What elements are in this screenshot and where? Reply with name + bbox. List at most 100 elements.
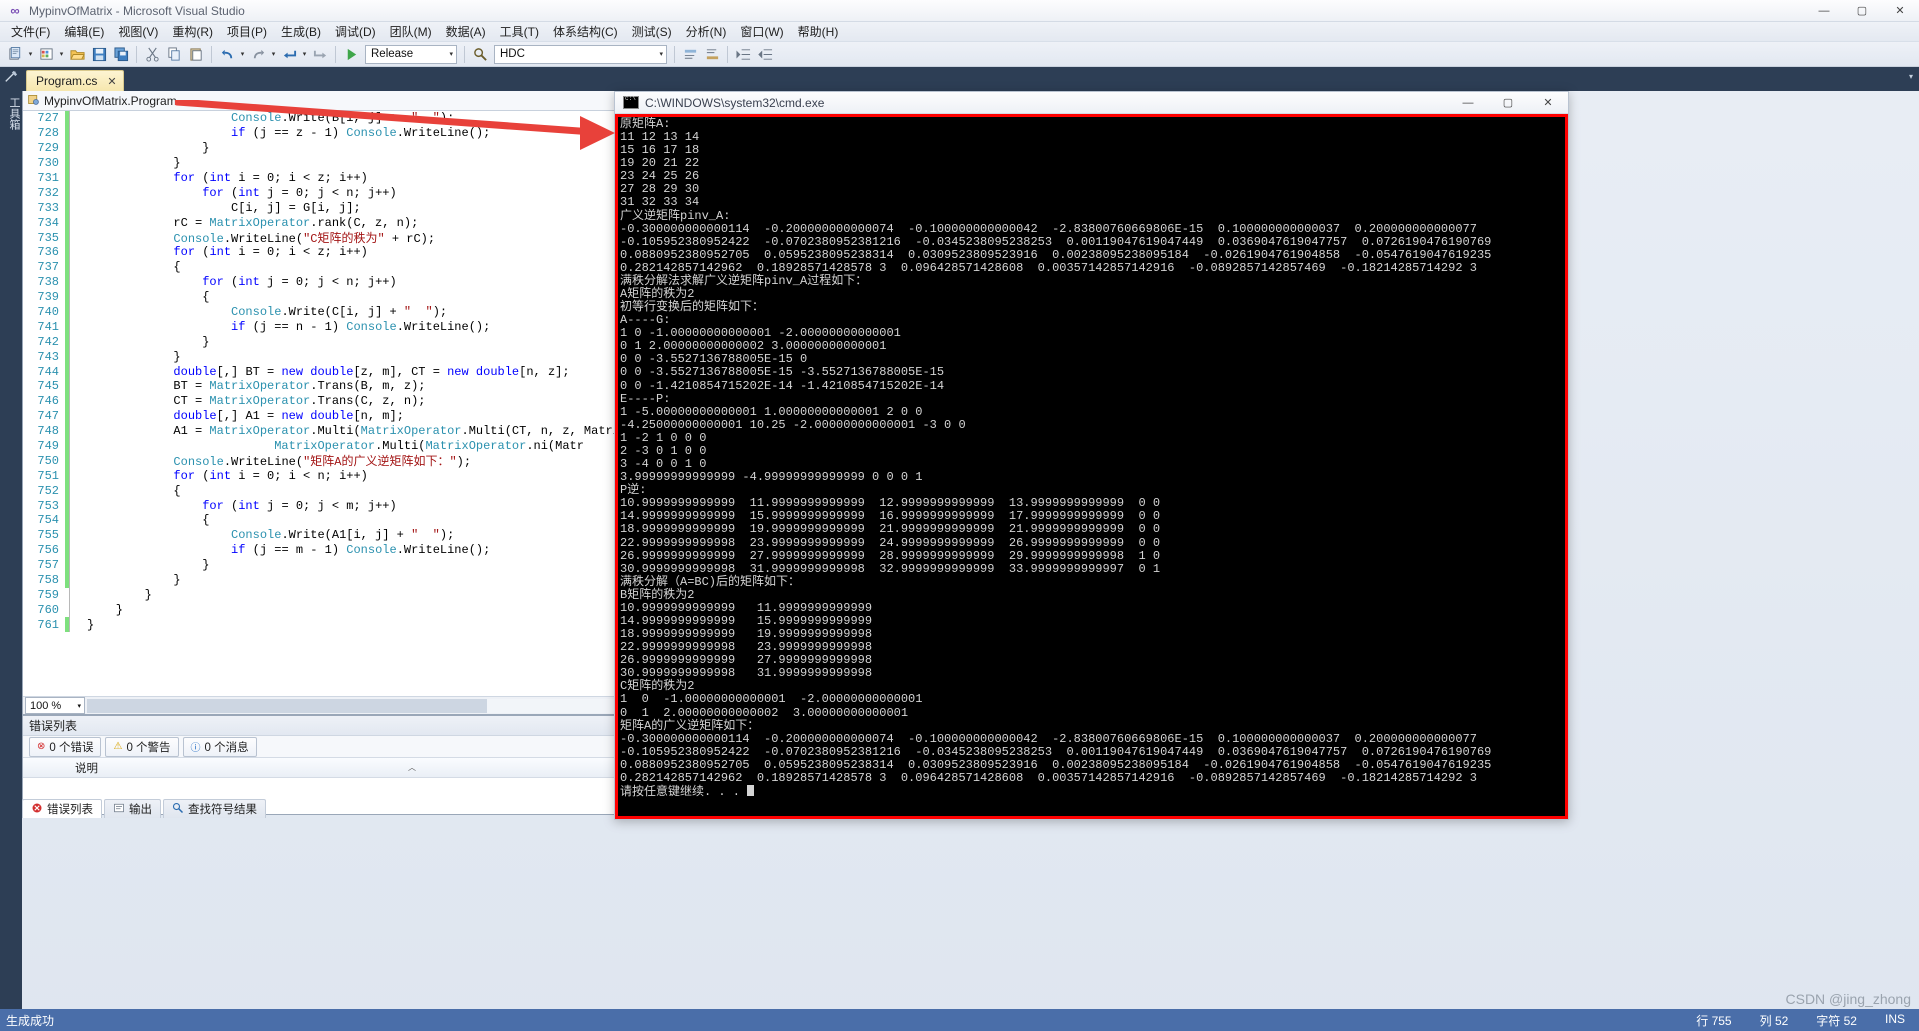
hscroll-thumb[interactable] [87, 698, 487, 713]
console-output[interactable]: 原矩阵A: 11 12 13 14 15 16 17 18 19 20 21 22 23… [615, 114, 1568, 819]
menu-test[interactable]: 测试(S) [625, 21, 679, 42]
new-project-icon[interactable] [5, 44, 25, 64]
navigate-back-caret-icon[interactable]: ▾ [300, 44, 309, 64]
save-icon[interactable] [89, 44, 109, 64]
zoom-select[interactable]: 100 % ▾ [25, 697, 85, 714]
outline-gutter[interactable] [69, 408, 83, 424]
undo-caret-icon[interactable]: ▾ [238, 44, 247, 64]
tab-program-cs[interactable]: Program.cs ✕ [26, 70, 124, 91]
warning-count-chip[interactable]: ⚠ 0 个警告 [105, 736, 179, 757]
console-close-button[interactable]: ✕ [1528, 92, 1568, 114]
redo-caret-icon[interactable]: ▾ [269, 44, 278, 64]
outline-gutter[interactable] [69, 393, 83, 409]
outline-gutter[interactable] [69, 170, 83, 186]
outline-gutter[interactable] [69, 557, 83, 573]
chevron-down-icon[interactable]: ▾ [1909, 72, 1913, 81]
save-all-icon[interactable] [111, 44, 131, 64]
menu-window[interactable]: 窗口(W) [733, 21, 790, 42]
menu-file[interactable]: 文件(F) [4, 21, 57, 42]
find-icon[interactable] [470, 44, 490, 64]
solution-configuration-select[interactable]: Release ▾ [365, 44, 457, 64]
sidebar-item-toolbox[interactable]: 工具箱 [0, 93, 22, 134]
outline-gutter[interactable] [69, 245, 83, 260]
outline-gutter[interactable] [69, 542, 83, 558]
toolbar-separator-3 [335, 45, 336, 63]
menu-edit[interactable]: 编辑(E) [57, 21, 111, 42]
minimize-button[interactable]: — [1805, 0, 1843, 22]
message-count-chip[interactable]: ⓘ 0 个消息 [182, 736, 257, 757]
navigation-scope[interactable]: MypinvOfMatrix.Program [44, 94, 177, 108]
redo-icon[interactable] [248, 44, 268, 64]
start-debug-icon[interactable] [341, 44, 361, 64]
outline-gutter[interactable] [69, 230, 83, 246]
tab-error-list[interactable]: 错误列表 [22, 799, 102, 818]
outline-gutter[interactable] [69, 259, 83, 275]
uncomment-icon[interactable] [702, 44, 722, 64]
outline-gutter[interactable] [69, 364, 83, 380]
new-project-caret-icon[interactable]: ▾ [26, 44, 35, 64]
menu-build[interactable]: 生成(B) [274, 21, 328, 42]
outline-gutter[interactable] [69, 155, 83, 171]
navigate-back-icon[interactable] [279, 44, 299, 64]
outline-gutter[interactable] [69, 617, 83, 633]
navigate-forward-icon[interactable] [310, 44, 330, 64]
menu-debug[interactable]: 调试(D) [328, 21, 383, 42]
server-explorer-icon[interactable] [0, 67, 22, 87]
outline-gutter[interactable] [69, 513, 83, 528]
copy-icon[interactable] [164, 44, 184, 64]
outline-gutter[interactable] [69, 215, 83, 231]
outline-gutter[interactable] [69, 483, 83, 499]
new-item-caret-icon[interactable]: ▾ [57, 44, 66, 64]
outline-gutter[interactable] [69, 304, 83, 320]
outline-gutter[interactable] [69, 498, 83, 514]
paste-icon[interactable] [186, 44, 206, 64]
cut-icon[interactable] [142, 44, 162, 64]
menu-refactor[interactable]: 重构(R) [165, 21, 220, 42]
find-input[interactable]: HDC ▾ [494, 44, 667, 64]
comment-icon[interactable] [680, 44, 700, 64]
tab-find-symbol-results[interactable]: 查找符号结果 [163, 799, 266, 818]
indent-icon[interactable] [733, 44, 753, 64]
outline-gutter[interactable] [69, 349, 83, 365]
console-maximize-button[interactable]: ▢ [1488, 92, 1528, 114]
outline-gutter[interactable] [69, 319, 83, 335]
tab-output[interactable]: 输出 [104, 799, 161, 818]
menu-project[interactable]: 项目(P) [220, 21, 274, 42]
outline-gutter[interactable] [69, 125, 83, 141]
outline-gutter[interactable] [69, 111, 83, 126]
outline-gutter[interactable] [69, 572, 83, 588]
outline-gutter[interactable] [69, 423, 83, 439]
close-button[interactable]: ✕ [1881, 0, 1919, 22]
menu-tools[interactable]: 工具(T) [493, 21, 546, 42]
menu-architecture[interactable]: 体系结构(C) [546, 21, 625, 42]
outline-gutter[interactable] [69, 140, 83, 156]
outline-gutter[interactable] [69, 289, 83, 305]
outline-gutter[interactable] [69, 274, 83, 290]
cmd-console-window[interactable]: C:\WINDOWS\system32\cmd.exe — ▢ ✕ 原矩阵A:1… [614, 91, 1569, 820]
error-count-chip[interactable]: ⊗ 0 个错误 [29, 736, 102, 757]
outdent-icon[interactable] [755, 44, 775, 64]
close-icon[interactable]: ✕ [107, 75, 116, 88]
maximize-button[interactable]: ▢ [1843, 0, 1881, 22]
outline-gutter[interactable] [69, 602, 83, 618]
outline-gutter[interactable] [69, 527, 83, 543]
new-item-icon[interactable] [36, 44, 56, 64]
outline-gutter[interactable] [69, 587, 83, 603]
undo-icon[interactable] [217, 44, 237, 64]
console-minimize-button[interactable]: — [1448, 92, 1488, 114]
column-header-description[interactable]: 说明 [23, 760, 98, 776]
menu-view[interactable]: 视图(V) [111, 21, 165, 42]
outline-gutter[interactable] [69, 200, 83, 216]
outline-gutter[interactable] [69, 453, 83, 469]
outline-gutter[interactable] [69, 379, 83, 394]
outline-gutter[interactable] [69, 438, 83, 454]
outline-gutter[interactable] [69, 185, 83, 201]
outline-gutter[interactable] [69, 334, 83, 350]
menu-data[interactable]: 数据(A) [439, 21, 493, 42]
menu-team[interactable]: 团队(M) [383, 21, 439, 42]
open-folder-icon[interactable] [67, 44, 87, 64]
menu-analyze[interactable]: 分析(N) [679, 21, 734, 42]
sort-ascending-icon[interactable]: ︿ [408, 762, 416, 773]
outline-gutter[interactable] [69, 468, 83, 484]
menu-help[interactable]: 帮助(H) [791, 21, 846, 42]
